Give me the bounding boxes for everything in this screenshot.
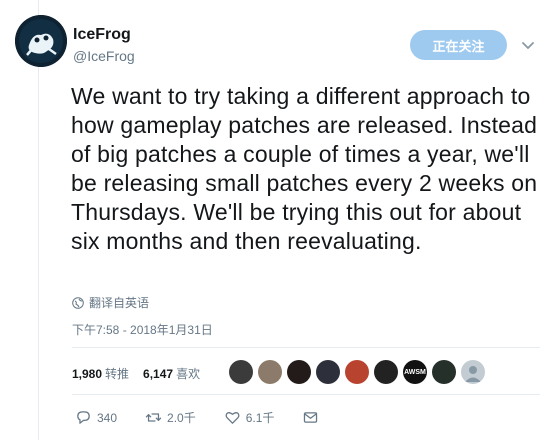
following-button[interactable]: 正在关注	[410, 30, 507, 60]
liker-avatar[interactable]	[287, 360, 311, 384]
liker-avatar[interactable]	[345, 360, 369, 384]
avatar[interactable]	[15, 15, 67, 67]
reply-icon	[77, 411, 90, 424]
retweet-count: 2.0千	[167, 411, 196, 425]
liker-avatar[interactable]	[432, 360, 456, 384]
chevron-down-icon[interactable]	[518, 35, 538, 55]
action-bar: 340 2.0千 6.1千	[75, 409, 347, 426]
retweet-icon	[145, 413, 162, 422]
liker-avatar[interactable]: AWSM	[403, 360, 427, 384]
retweet-button[interactable]: 2.0千	[145, 409, 196, 426]
likes-stat[interactable]: 6,147 喜欢	[143, 365, 200, 382]
like-count: 6.1千	[245, 411, 275, 425]
reply-button[interactable]: 340	[75, 409, 117, 426]
liker-avatar[interactable]	[316, 360, 340, 384]
globe-icon	[72, 296, 84, 309]
retweets-stat[interactable]: 1,980 转推	[72, 365, 129, 382]
likes-label: 喜欢	[176, 367, 201, 381]
user-handle[interactable]: @IceFrog	[73, 48, 135, 64]
like-button[interactable]: 6.1千	[224, 409, 275, 426]
likers-list: AWSM	[229, 360, 485, 384]
tweet-text: We want to try taking a different approa…	[71, 83, 538, 254]
liker-avatar[interactable]	[229, 360, 253, 384]
frog-logo-icon	[15, 15, 67, 67]
liker-avatar[interactable]	[461, 360, 485, 384]
user-name[interactable]: IceFrog	[73, 26, 131, 44]
envelope-icon	[304, 412, 318, 423]
timestamp[interactable]: 下午7:58 - 2018年1月31日	[72, 321, 213, 338]
retweets-label: 转推	[105, 367, 130, 381]
divider	[72, 347, 540, 348]
liker-avatar[interactable]	[258, 360, 282, 384]
heart-icon	[225, 412, 240, 424]
retweets-count: 1,980	[72, 367, 103, 381]
default-user-icon	[465, 366, 481, 382]
translate-link[interactable]: 翻译自英语	[72, 294, 149, 311]
message-button[interactable]	[302, 409, 319, 426]
reply-count: 340	[97, 410, 118, 425]
tweet-card: IceFrog @IceFrog 正在关注 We want to try tak…	[0, 0, 550, 440]
divider	[72, 394, 540, 395]
likes-count: 6,147	[143, 367, 174, 381]
stats-bar: 1,980 转推 6,147 喜欢	[72, 365, 200, 382]
translate-label[interactable]: 翻译自英语	[89, 294, 149, 311]
liker-avatar[interactable]	[374, 360, 398, 384]
awsm-label: AWSM	[404, 368, 426, 376]
